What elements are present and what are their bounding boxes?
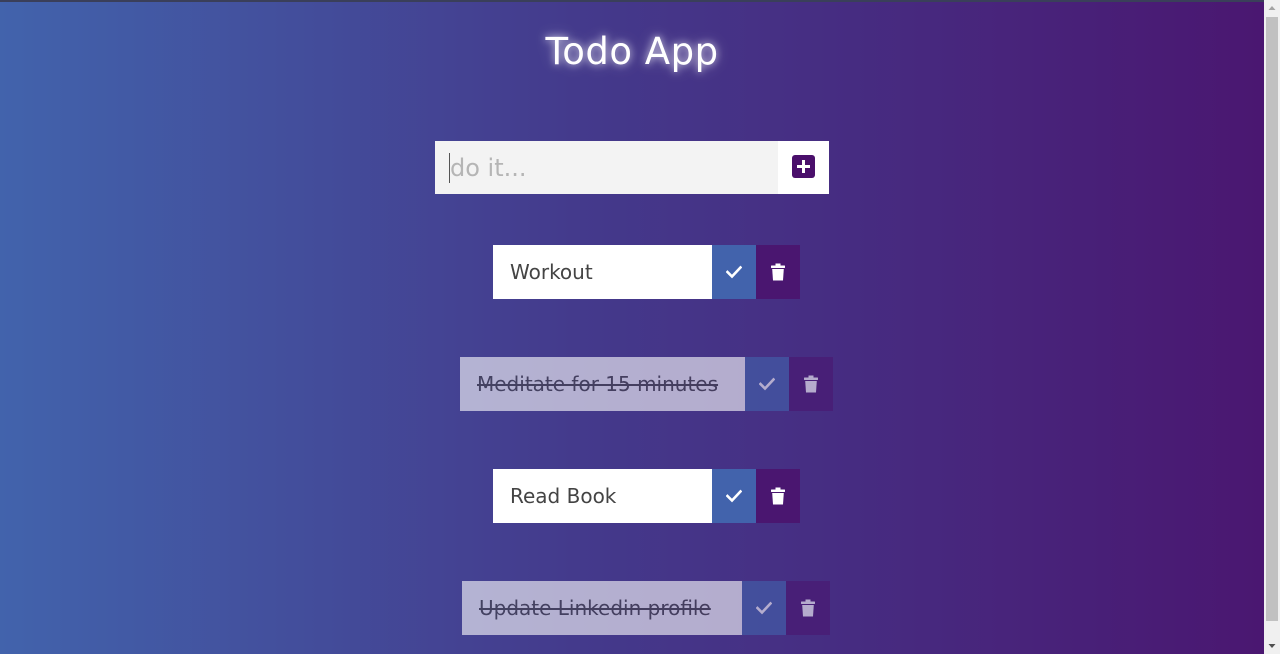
scroll-down-arrow-icon[interactable] — [1264, 638, 1280, 654]
todo-item: Workout — [493, 245, 800, 299]
trash-icon — [771, 263, 785, 281]
trash-icon — [771, 487, 785, 505]
vertical-scrollbar[interactable] — [1264, 0, 1280, 654]
todo-form — [435, 141, 829, 194]
window-top-border — [0, 0, 1264, 2]
delete-button[interactable] — [756, 469, 800, 523]
todo-input[interactable] — [435, 141, 778, 194]
page-title: Todo App — [545, 30, 719, 73]
text-cursor — [449, 153, 450, 183]
check-icon — [726, 265, 742, 279]
todo-text: Update Linkedin profile — [462, 581, 742, 635]
todo-item: Update Linkedin profile — [462, 581, 830, 635]
check-icon — [756, 601, 772, 615]
complete-button[interactable] — [745, 357, 789, 411]
trash-icon — [801, 599, 815, 617]
scrollbar-thumb[interactable] — [1266, 17, 1278, 621]
todo-item: Read Book — [493, 469, 800, 523]
complete-button[interactable] — [742, 581, 786, 635]
plus-icon — [797, 160, 810, 173]
complete-button[interactable] — [712, 469, 756, 523]
add-button-container — [778, 141, 829, 194]
todo-text: Meditate for 15 minutes — [460, 357, 745, 411]
scroll-up-arrow-icon[interactable] — [1264, 0, 1280, 16]
check-icon — [759, 377, 775, 391]
trash-icon — [804, 375, 818, 393]
delete-button[interactable] — [756, 245, 800, 299]
add-todo-button[interactable] — [792, 155, 815, 178]
todo-text: Read Book — [493, 469, 712, 523]
delete-button[interactable] — [789, 357, 833, 411]
check-icon — [726, 489, 742, 503]
todo-item: Meditate for 15 minutes — [460, 357, 833, 411]
todo-text: Workout — [493, 245, 712, 299]
complete-button[interactable] — [712, 245, 756, 299]
delete-button[interactable] — [786, 581, 830, 635]
